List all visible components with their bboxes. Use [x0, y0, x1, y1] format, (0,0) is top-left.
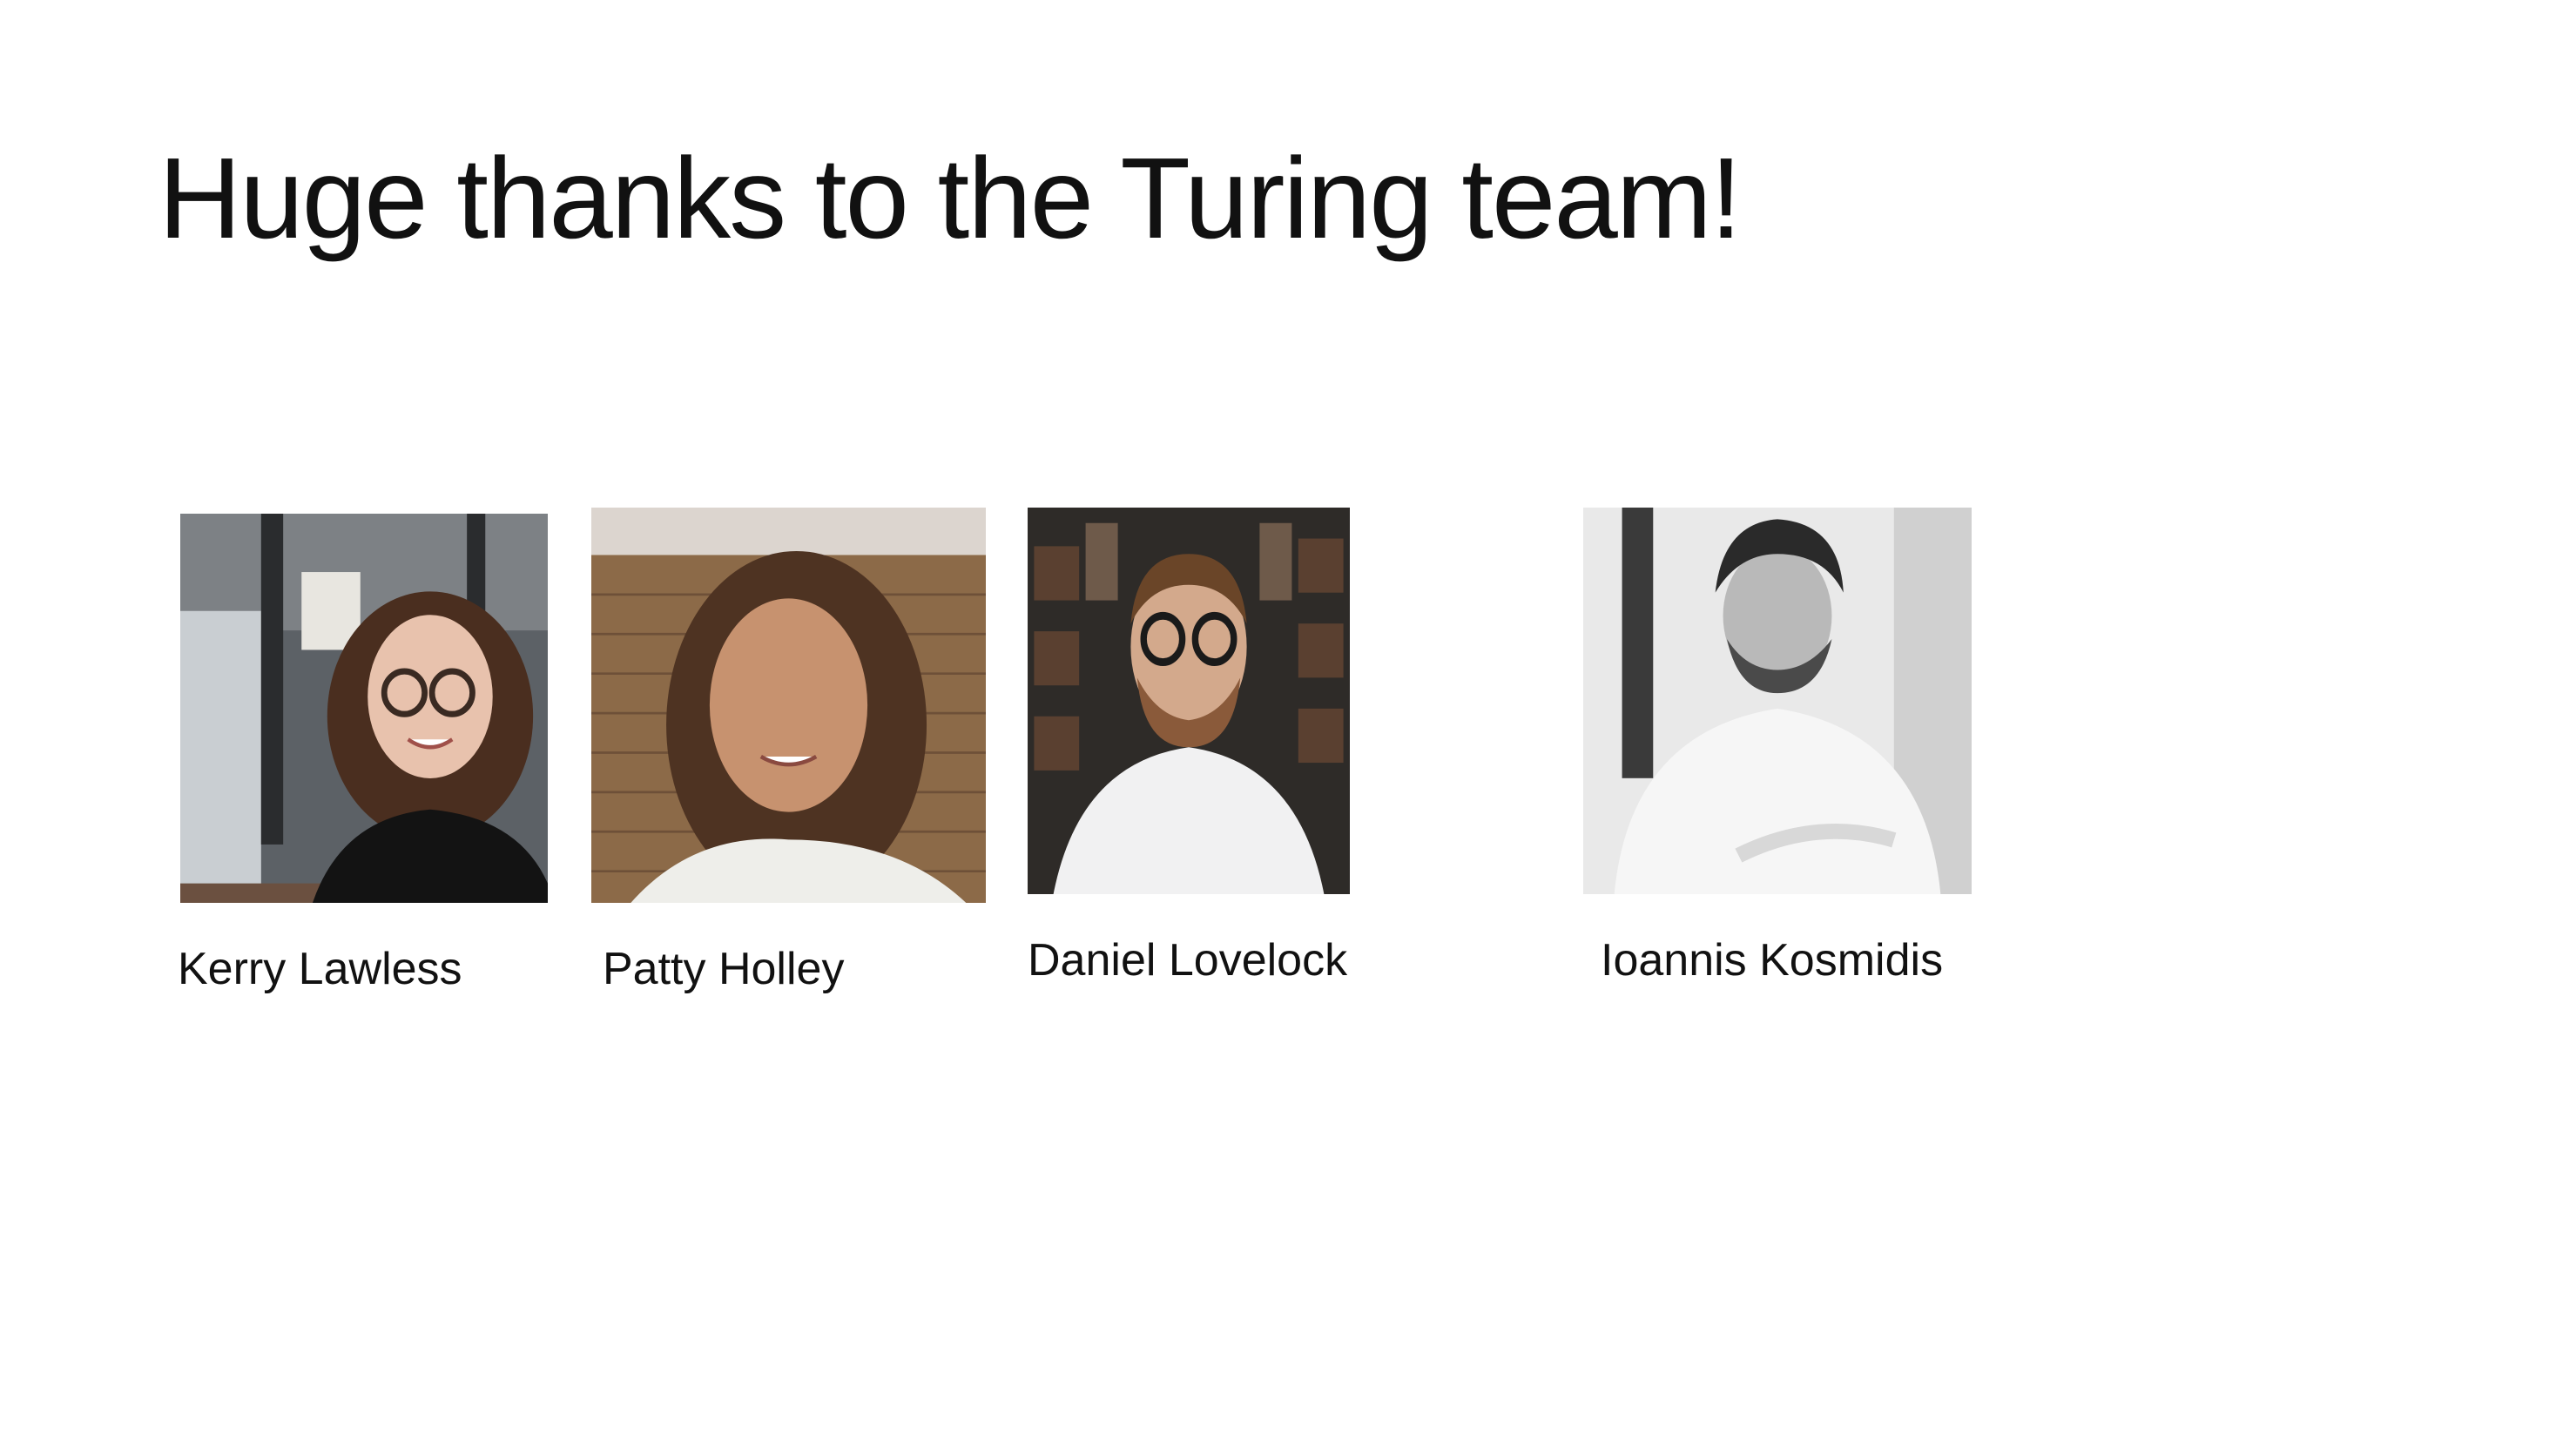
team-member-photo-kerry-lawless	[180, 514, 548, 903]
portrait-photo-icon	[1583, 508, 1972, 894]
team-member-name: Kerry Lawless	[178, 944, 462, 994]
team-member-photo-daniel-lovelock	[1028, 508, 1350, 894]
team-member-photo-patty-holley	[591, 508, 986, 903]
team-member-photo-ioannis-kosmidis	[1583, 508, 1972, 894]
team-member-name: Daniel Lovelock	[1028, 935, 1348, 986]
portrait-photo-icon	[591, 508, 986, 903]
slide-title: Huge thanks to the Turing team!	[158, 134, 1742, 262]
portrait-photo-icon	[180, 514, 548, 903]
team-member-name: Patty Holley	[603, 944, 845, 994]
portrait-photo-icon	[1028, 508, 1350, 894]
team-member-name: Ioannis Kosmidis	[1601, 935, 1944, 986]
